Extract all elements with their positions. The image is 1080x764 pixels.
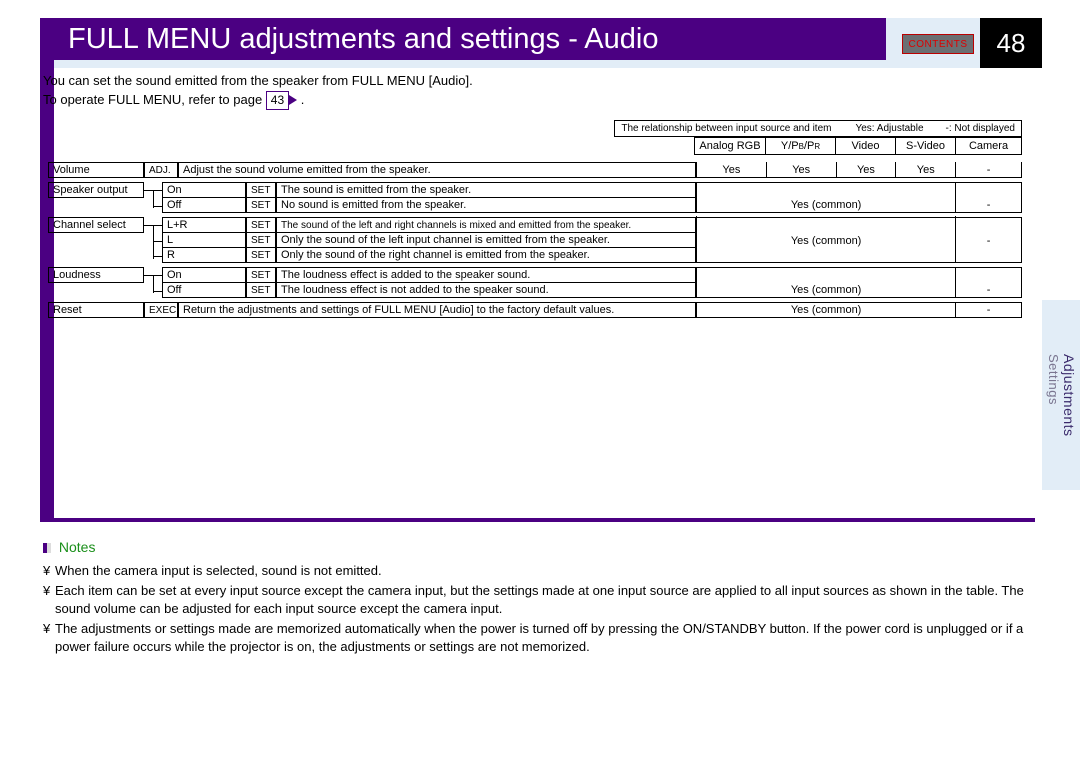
row-speaker-off: Off SET No sound is emitted from the spe… (48, 198, 1022, 213)
row-volume: Volume ADJ. Adjust the sound volume emit… (48, 162, 1022, 178)
row-reset: Reset EXEC. Return the adjustments and s… (48, 302, 1022, 318)
note-item: ¥The adjustments or settings made are me… (43, 620, 1035, 656)
contents-button[interactable]: CONTENTS (902, 34, 974, 54)
row-loudness-off: Off SET The loudness effect is not added… (48, 283, 1022, 298)
intro-text: You can set the sound emitted from the s… (43, 72, 473, 110)
row-channel-r: R SET Only the sound of the right channe… (48, 248, 1022, 263)
note-item: ¥Each item can be set at every input sou… (43, 582, 1035, 618)
notes-section: Notes ¥When the camera input is selected… (43, 538, 1035, 659)
page-title-bar: FULL MENU adjustments and settings - Aud… (54, 18, 886, 60)
table-legend: The relationship between input source an… (614, 120, 1022, 137)
note-item: ¥When the camera input is selected, soun… (43, 562, 1035, 580)
page-number: 48 (980, 18, 1042, 68)
table-header-row: Analog RGB Y/PB/PR Video S-Video Camera (694, 137, 1022, 155)
section-divider (40, 518, 1035, 522)
notes-heading: Notes (43, 538, 1035, 558)
page-title: FULL MENU adjustments and settings - Aud… (68, 23, 658, 56)
arrow-right-icon (289, 95, 297, 105)
page-ref-link[interactable]: 43 (266, 91, 289, 110)
notes-icon (43, 543, 51, 553)
section-tab: Adjustments Settings (1042, 300, 1080, 490)
